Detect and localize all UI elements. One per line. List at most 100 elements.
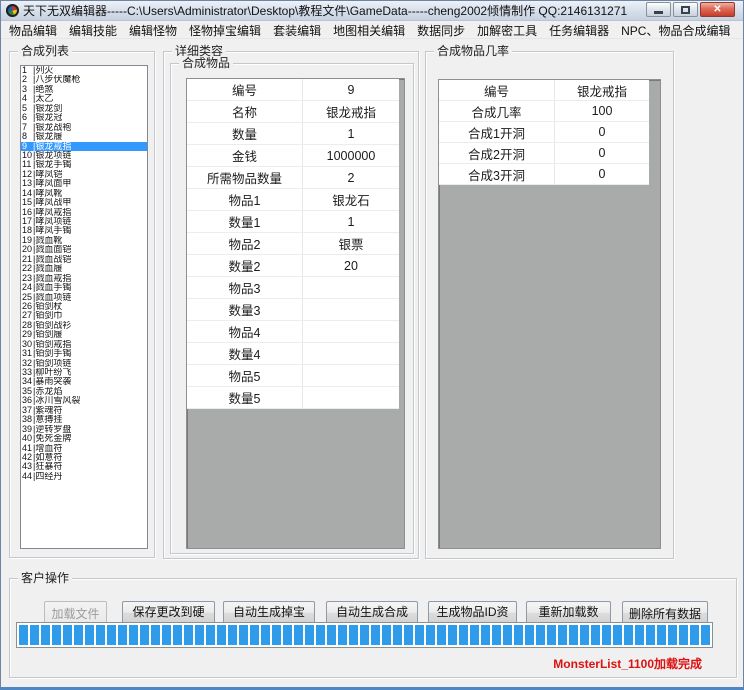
list-item[interactable]: 27|铂剑巾: [21, 311, 147, 320]
menu-item[interactable]: 编辑怪物: [123, 21, 183, 40]
list-item[interactable]: 36|冰川雪风裂: [21, 396, 147, 405]
list-item[interactable]: 11|银龙手镯: [21, 160, 147, 169]
menu-item[interactable]: 任务编辑器: [543, 21, 615, 40]
list-item[interactable]: 21|戮血战铠: [21, 255, 147, 264]
list-item[interactable]: 40|免死金牌: [21, 434, 147, 443]
list-item[interactable]: 14|哮凤靴: [21, 189, 147, 198]
list-item[interactable]: 32|铂剑项链: [21, 359, 147, 368]
maximize-button[interactable]: [673, 2, 698, 17]
list-item[interactable]: 24|戮血手镯: [21, 283, 147, 292]
list-item[interactable]: 12|哮凤铠: [21, 170, 147, 179]
grid-cell: 合成3开洞: [439, 164, 554, 184]
grid-row[interactable]: 物品1银龙石: [187, 189, 399, 211]
grid-cell: [302, 321, 399, 342]
list-item[interactable]: 3|绝煞: [21, 85, 147, 94]
grid-cell: 数量2: [187, 255, 302, 276]
title-bar[interactable]: 天下无双编辑器-----C:\Users\Administrator\Deskt…: [1, 1, 743, 21]
list-item[interactable]: 1|列火: [21, 66, 147, 75]
grid-cell: 合成2开洞: [439, 143, 554, 163]
menu-item[interactable]: 数据同步: [411, 21, 471, 40]
list-item[interactable]: 25|戮血项链: [21, 293, 147, 302]
grid-row[interactable]: 数量220: [187, 255, 399, 277]
list-item[interactable]: 37|紫魂符: [21, 406, 147, 415]
list-item[interactable]: 29|铂剑履: [21, 330, 147, 339]
close-button[interactable]: ✕: [700, 2, 735, 17]
grid-row[interactable]: 合成3开洞0: [439, 164, 649, 185]
list-item[interactable]: 41|增血符: [21, 444, 147, 453]
menu-item[interactable]: 编辑技能: [63, 21, 123, 40]
list-item[interactable]: 20|戮血面铠: [21, 245, 147, 254]
list-item[interactable]: 13|哮凤面甲: [21, 179, 147, 188]
grid-cell: 9: [302, 79, 399, 100]
list-item[interactable]: 43|狂暴符: [21, 462, 147, 471]
list-item[interactable]: 8|银龙履: [21, 132, 147, 141]
list-item[interactable]: 5|银龙剑: [21, 104, 147, 113]
grid-cell: 物品4: [187, 321, 302, 342]
grid-row[interactable]: 数量1: [187, 123, 399, 145]
list-item[interactable]: 10|银龙项链: [21, 151, 147, 160]
grid-row[interactable]: 物品2银票: [187, 233, 399, 255]
list-item[interactable]: 9|银龙戒指: [21, 142, 147, 151]
grid-row[interactable]: 合成几率100: [439, 101, 649, 122]
grid-row[interactable]: 物品3: [187, 277, 399, 299]
grid-cell: 银龙戒指: [554, 80, 649, 100]
grid-row[interactable]: 数量5: [187, 387, 399, 409]
grid-cell: 物品3: [187, 277, 302, 298]
grid-row[interactable]: 数量4: [187, 343, 399, 365]
list-item[interactable]: 35|赤龙焰: [21, 387, 147, 396]
menu-item[interactable]: 物品编辑: [3, 21, 63, 40]
grid-cell: [302, 277, 399, 298]
synth-listbox[interactable]: 1|列火2|八步伏魔枪3|绝煞4|太乙5|银龙剑6|银龙冠7|银龙战袍8|银龙履…: [20, 65, 148, 549]
grid-row[interactable]: 数量11: [187, 211, 399, 233]
status-text: MonsterList_1100加载完成: [553, 655, 702, 672]
grid-row[interactable]: 名称银龙戒指: [187, 101, 399, 123]
progress-bar: [16, 622, 713, 648]
list-item[interactable]: 28|铂剑战衫: [21, 321, 147, 330]
synth-item-grid[interactable]: 编号9名称银龙戒指数量1金钱1000000所需物品数量2物品1银龙石数量11物品…: [186, 78, 405, 549]
chance-groupbox: 合成物品几率 编号银龙戒指合成几率100合成1开洞0合成2开洞0合成3开洞0: [425, 51, 674, 559]
grid-cell: 0: [554, 143, 649, 163]
menu-item[interactable]: 刷装备: [736, 21, 744, 40]
grid-cell: 物品2: [187, 233, 302, 254]
list-item[interactable]: 34|暴雨突袭: [21, 377, 147, 386]
list-item[interactable]: 22|戮血履: [21, 264, 147, 273]
list-item[interactable]: 19|戮血靴: [21, 236, 147, 245]
list-item[interactable]: 17|哮凤项链: [21, 217, 147, 226]
menu-item[interactable]: 怪物掉宝编辑: [183, 21, 267, 40]
chance-grid[interactable]: 编号银龙戒指合成几率100合成1开洞0合成2开洞0合成3开洞0: [438, 79, 661, 549]
grid-row[interactable]: 物品4: [187, 321, 399, 343]
list-item[interactable]: 15|哮凤战甲: [21, 198, 147, 207]
grid-row[interactable]: 合成2开洞0: [439, 143, 649, 164]
list-item[interactable]: 42|如意符: [21, 453, 147, 462]
list-item[interactable]: 38|意搏挂: [21, 415, 147, 424]
list-item[interactable]: 18|哮凤手镯: [21, 226, 147, 235]
menu-item[interactable]: 套装编辑: [267, 21, 327, 40]
list-item[interactable]: 44|四经丹: [21, 472, 147, 481]
list-item[interactable]: 26|铂剑杖: [21, 302, 147, 311]
grid-cell: 1000000: [302, 145, 399, 166]
list-item[interactable]: 31|铂剑手镯: [21, 349, 147, 358]
list-item[interactable]: 30|铂剑戒指: [21, 340, 147, 349]
list-item[interactable]: 6|银龙冠: [21, 113, 147, 122]
minimize-button[interactable]: [646, 2, 671, 17]
list-item[interactable]: 4|太乙: [21, 94, 147, 103]
list-item[interactable]: 39|逆转罗盘: [21, 425, 147, 434]
grid-row[interactable]: 金钱1000000: [187, 145, 399, 167]
grid-row[interactable]: 物品5: [187, 365, 399, 387]
menu-item[interactable]: 地图相关编辑: [327, 21, 411, 40]
grid-row[interactable]: 数量3: [187, 299, 399, 321]
menu-item[interactable]: NPC、物品合成编辑: [615, 21, 736, 40]
list-item[interactable]: 23|戮血戒指: [21, 274, 147, 283]
grid-row[interactable]: 所需物品数量2: [187, 167, 399, 189]
window-controls: ✕: [646, 2, 735, 17]
list-item[interactable]: 7|银龙战袍: [21, 123, 147, 132]
grid-row[interactable]: 编号9: [187, 79, 399, 101]
grid-cell: 1: [302, 123, 399, 144]
list-item[interactable]: 2|八步伏魔枪: [21, 75, 147, 84]
grid-cell: 数量1: [187, 211, 302, 232]
list-item[interactable]: 33|柳叶纷飞: [21, 368, 147, 377]
list-item[interactable]: 16|哮凤戒指: [21, 208, 147, 217]
grid-row[interactable]: 编号银龙戒指: [439, 80, 649, 101]
grid-row[interactable]: 合成1开洞0: [439, 122, 649, 143]
menu-item[interactable]: 加解密工具: [471, 21, 543, 40]
